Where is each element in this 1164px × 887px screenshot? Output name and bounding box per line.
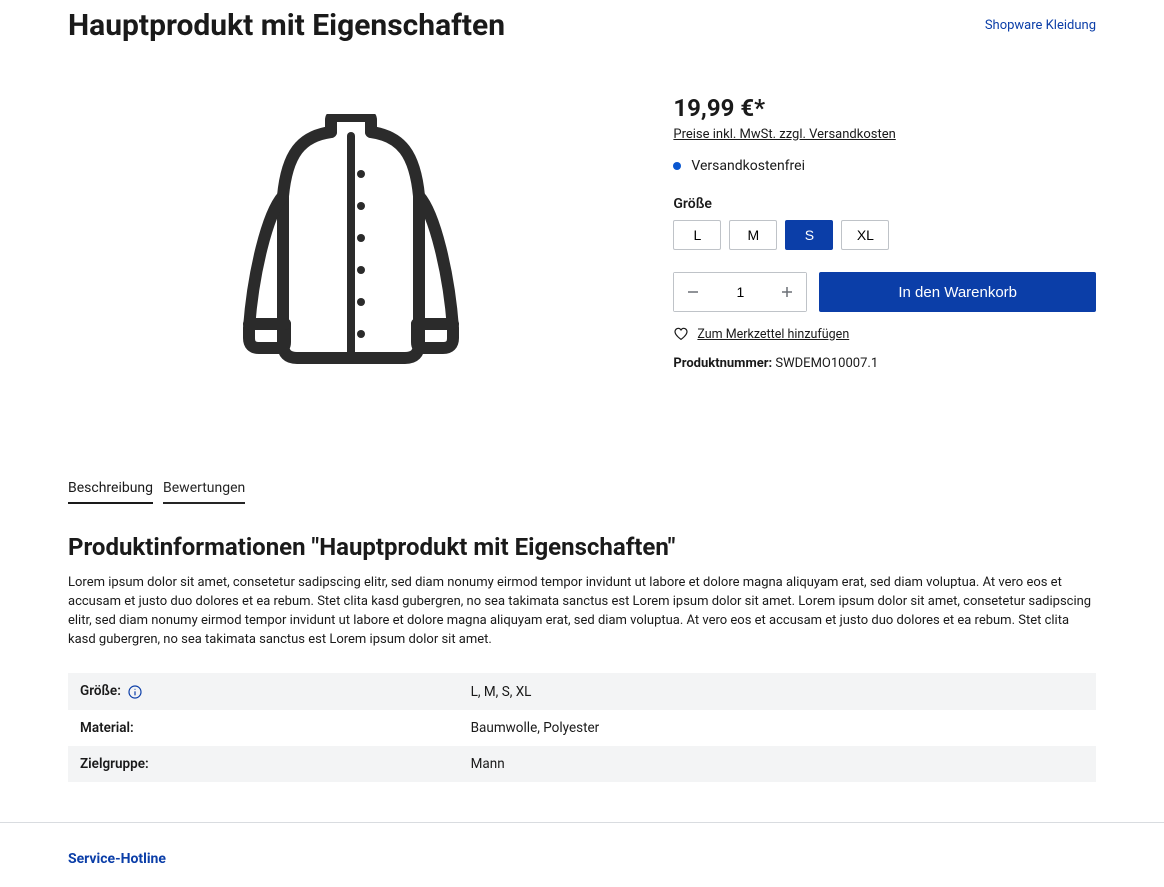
variant-option-m[interactable]: M xyxy=(729,220,777,250)
product-image[interactable] xyxy=(201,94,501,394)
footer-hotline-heading: Service-Hotline xyxy=(68,851,1096,867)
qty-increase-button[interactable] xyxy=(768,273,806,311)
product-number: Produktnummer: SWDEMO10007.1 xyxy=(673,356,1096,371)
product-description: Lorem ipsum dolor sit amet, consetetur s… xyxy=(68,574,1096,649)
properties-table: Größe:L, M, S, XLMaterial:Baumwolle, Pol… xyxy=(68,673,1096,781)
heart-icon xyxy=(673,326,689,342)
property-value: Mann xyxy=(459,746,1096,782)
tab-description[interactable]: Beschreibung xyxy=(68,474,153,504)
plus-icon xyxy=(780,285,794,299)
shipping-free-label: Versandkostenfrei xyxy=(691,158,805,174)
qty-input[interactable] xyxy=(712,273,768,311)
property-label: Material: xyxy=(68,710,459,746)
property-value: Baumwolle, Polyester xyxy=(459,710,1096,746)
brand-link[interactable]: Shopware Kleidung xyxy=(985,18,1096,33)
tax-note-link[interactable]: Preise inkl. MwSt. zzgl. Versandkosten xyxy=(673,127,895,142)
variant-option-xl[interactable]: XL xyxy=(841,220,889,250)
property-value: L, M, S, XL xyxy=(459,673,1096,709)
minus-icon xyxy=(686,285,700,299)
product-info-heading: Produktinformationen "Hauptprodukt mit E… xyxy=(68,533,1096,561)
variant-option-s[interactable]: S xyxy=(785,220,833,250)
info-icon[interactable] xyxy=(127,684,143,700)
wishlist-label: Zum Merkzettel hinzufügen xyxy=(697,327,849,342)
qty-decrease-button[interactable] xyxy=(674,273,712,311)
property-label: Größe: xyxy=(68,673,459,709)
product-number-label: Produktnummer: xyxy=(673,356,772,371)
price: 19,99 €* xyxy=(673,94,1096,122)
bullet-icon xyxy=(673,162,681,170)
table-row: Größe:L, M, S, XL xyxy=(68,673,1096,709)
property-label: Zielgruppe: xyxy=(68,746,459,782)
variant-option-l[interactable]: L xyxy=(673,220,721,250)
wishlist-link[interactable]: Zum Merkzettel hinzufügen xyxy=(673,326,1096,342)
tab-reviews[interactable]: Bewertungen xyxy=(163,474,245,504)
product-image-area xyxy=(68,94,633,394)
jacket-icon xyxy=(231,114,471,374)
page-title: Hauptprodukt mit Eigenschaften xyxy=(68,8,505,44)
quantity-stepper xyxy=(673,272,807,312)
product-number-value: SWDEMO10007.1 xyxy=(775,356,878,371)
variant-label: Größe xyxy=(673,196,1096,212)
table-row: Material:Baumwolle, Polyester xyxy=(68,710,1096,746)
table-row: Zielgruppe:Mann xyxy=(68,746,1096,782)
add-to-cart-button[interactable]: In den Warenkorb xyxy=(819,272,1096,312)
variant-options: LMS XL xyxy=(673,220,1096,250)
